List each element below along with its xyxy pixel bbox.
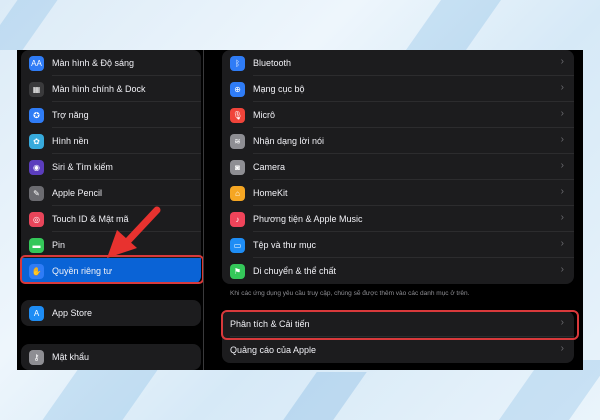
background-stripe: [283, 372, 367, 420]
chevron-right-icon: ›: [560, 264, 564, 275]
privacy-permissions-group: ᛒ Bluetooth › ⊕ Mạng cục bộ › 🎙 Micrô › ≋ Nhận dạn…: [222, 50, 574, 284]
music-icon: ♪: [230, 211, 245, 227]
chevron-right-icon: ›: [560, 212, 564, 223]
key-icon: ⚷: [29, 349, 44, 365]
settings-row-di-chuyen-the-chat[interactable]: ⚑ Di chuyển & thể chất ›: [222, 258, 574, 284]
privacy-detail-pane: ᛒ Bluetooth › ⊕ Mạng cục bộ › 🎙 Micrô › ≋ Nhận dạn…: [204, 50, 583, 370]
settings-row-phuong-tien-apple-music[interactable]: ♪ Phương tiện & Apple Music ›: [222, 206, 574, 232]
fingerprint-icon: ◎: [29, 211, 44, 227]
settings-row-phan-tich-cai-tien[interactable]: Phân tích & Cải tiến ›: [222, 311, 574, 337]
chevron-right-icon: ›: [560, 134, 564, 145]
sidebar-item-label: Màn hình & Độ sáng: [52, 58, 135, 68]
background-stripe: [0, 0, 58, 50]
app-store-icon: A: [29, 305, 44, 321]
settings-row-bluetooth[interactable]: ᛒ Bluetooth ›: [222, 50, 574, 76]
analytics-ads-group: Phân tích & Cải tiến › Quảng cáo của Apple…: [222, 311, 574, 363]
sidebar-item-pin[interactable]: ▬ Pin: [21, 232, 201, 258]
microphone-icon: 🎙: [230, 107, 245, 123]
sidebar-item-hinh-nen[interactable]: ✿ Hình nền: [21, 128, 201, 154]
settings-row-quang-cao-cua-apple[interactable]: Quảng cáo của Apple ›: [222, 337, 574, 363]
sidebar-item-siri-tim-kiem[interactable]: ◉ Siri & Tìm kiếm: [21, 154, 201, 180]
settings-row-label: Phương tiện & Apple Music: [253, 214, 363, 224]
settings-row-camera[interactable]: ◙ Camera ›: [222, 154, 574, 180]
settings-sidebar: AA Màn hình & Độ sáng ▦ Màn hình chính & Do…: [17, 50, 204, 370]
sidebar-item-apple-pencil[interactable]: ✎ Apple Pencil: [21, 180, 201, 206]
sidebar-item-label: Siri & Tìm kiếm: [52, 162, 113, 172]
sidebar-group-main: AA Màn hình & Độ sáng ▦ Màn hình chính & Do…: [21, 50, 201, 284]
sidebar-item-quyen-rieng-tu[interactable]: ✋ Quyền riêng tư: [21, 258, 201, 284]
chevron-right-icon: ›: [560, 160, 564, 171]
sidebar-item-label: Màn hình chính & Dock: [52, 84, 146, 94]
chevron-right-icon: ›: [560, 108, 564, 119]
wallpaper-icon: ✿: [29, 133, 44, 149]
chevron-right-icon: ›: [560, 238, 564, 249]
sidebar-item-tro-nang[interactable]: ✪ Trợ năng: [21, 102, 201, 128]
settings-row-mang-cuc-bo[interactable]: ⊕ Mạng cục bộ ›: [222, 76, 574, 102]
settings-row-homekit[interactable]: ⌂ HomeKit ›: [222, 180, 574, 206]
sidebar-item-label: Quyền riêng tư: [52, 266, 113, 276]
settings-row-label: Tệp và thư mục: [253, 240, 317, 250]
folder-icon: ▭: [230, 237, 245, 253]
chevron-right-icon: ›: [560, 82, 564, 93]
settings-row-label: Mạng cục bộ: [253, 84, 305, 94]
sidebar-item-man-hinh-do-sang[interactable]: AA Màn hình & Độ sáng: [21, 50, 201, 76]
sidebar-item-label: Hình nền: [52, 136, 89, 146]
chevron-right-icon: ›: [560, 317, 564, 328]
chevron-right-icon: ›: [560, 343, 564, 354]
sidebar-item-label: Mật khẩu: [52, 352, 90, 362]
bluetooth-icon: ᛒ: [230, 55, 245, 71]
background-stripe: [42, 370, 158, 420]
settings-row-label: Camera: [253, 162, 286, 172]
sidebar-item-label: Trợ năng: [52, 110, 89, 120]
accessibility-icon: ✪: [29, 107, 44, 123]
sidebar-item-app-store[interactable]: A App Store: [21, 300, 201, 326]
sidebar-item-touch-id-mat-ma[interactable]: ◎ Touch ID & Mật mã: [21, 206, 201, 232]
hand-icon: ✋: [29, 263, 44, 279]
sidebar-item-mat-khau[interactable]: ⚷ Mật khẩu: [21, 344, 201, 370]
pencil-icon: ✎: [29, 185, 44, 201]
chevron-right-icon: ›: [560, 186, 564, 197]
settings-row-label: Di chuyển & thể chất: [253, 266, 337, 276]
sidebar-item-label: Apple Pencil: [52, 188, 103, 198]
siri-icon: ◉: [29, 159, 44, 175]
sidebar-item-label: App Store: [52, 308, 93, 318]
settings-row-micro[interactable]: 🎙 Micrô ›: [222, 102, 574, 128]
ipad-settings-screen: AA Màn hình & Độ sáng ▦ Màn hình chính & Do…: [17, 50, 583, 370]
chevron-right-icon: ›: [560, 56, 564, 67]
sidebar-item-man-hinh-chinh-dock[interactable]: ▦ Màn hình chính & Dock: [21, 76, 201, 102]
settings-row-nhan-dang-loi-noi[interactable]: ≋ Nhận dạng lời nói ›: [222, 128, 574, 154]
settings-row-label: Bluetooth: [253, 58, 292, 68]
home-grid-icon: ▦: [29, 81, 44, 97]
camera-icon: ◙: [230, 159, 245, 175]
settings-row-tep-va-thu-muc[interactable]: ▭ Tệp và thư mục ›: [222, 232, 574, 258]
sidebar-group-passwords: ⚷ Mật khẩu: [21, 344, 201, 370]
sidebar-item-label: Touch ID & Mật mã: [52, 214, 129, 224]
fitness-icon: ⚑: [230, 263, 245, 279]
home-icon: ⌂: [230, 185, 245, 201]
sidebar-group-store: A App Store: [21, 300, 201, 326]
settings-row-label: HomeKit: [253, 188, 288, 198]
settings-row-label: Nhận dạng lời nói: [253, 136, 324, 146]
settings-row-label: Quảng cáo của Apple: [230, 345, 317, 355]
network-icon: ⊕: [230, 81, 245, 97]
waveform-icon: ≋: [230, 133, 245, 149]
battery-icon: ▬: [29, 237, 44, 253]
permissions-footnote: Khi các ứng dụng yêu cầu truy cập, chúng…: [230, 290, 470, 297]
sidebar-item-label: Pin: [52, 240, 66, 250]
text-size-icon: AA: [29, 55, 44, 71]
settings-row-label: Phân tích & Cải tiến: [230, 319, 310, 329]
settings-row-label: Micrô: [253, 110, 275, 120]
